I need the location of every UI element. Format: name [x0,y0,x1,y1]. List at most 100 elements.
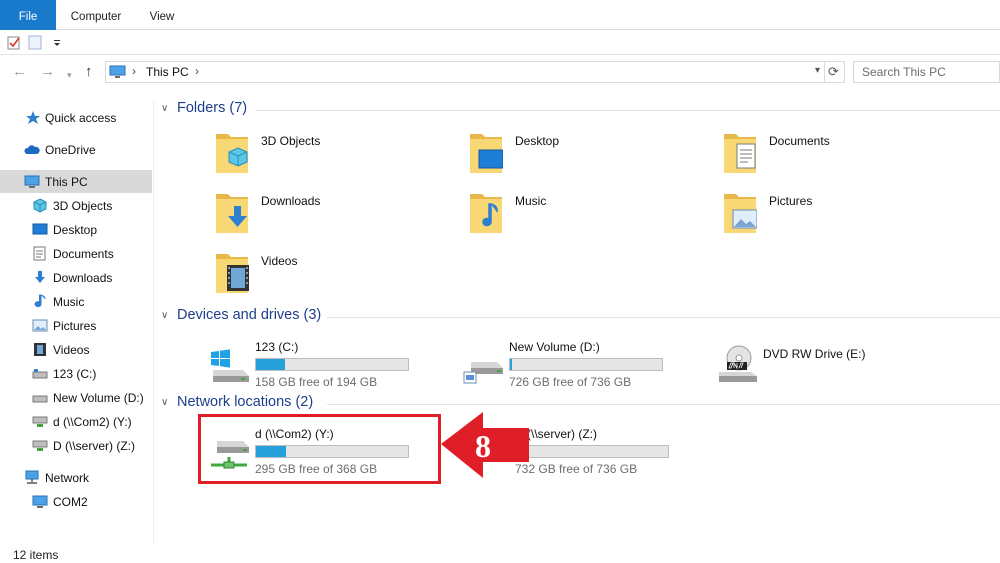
divider [327,404,1000,405]
folder-videos-icon [216,254,249,293]
annotation-highlight-box [198,414,441,484]
forward-arrow-icon[interactable]: → [40,63,55,81]
sidebar-item-label: COM2 [53,495,88,509]
up-arrow-icon[interactable]: ↑ [85,63,93,81]
sidebar-item-label: Videos [53,343,90,357]
pictures-icon [32,319,48,332]
folder-3d-objects-icon [216,134,248,173]
navigation-bar: ← → ▾ ↑ › This PC › ▾ ⟳ Search This PC [0,55,1000,89]
annotation-arrow-icon: 8 [441,412,529,478]
dvd-drive-icon [719,345,757,382]
music-icon [34,294,46,308]
divider [327,317,1000,318]
folder-3d-objects[interactable]: 3D Objects [215,130,455,186]
sidebar-item-label: Desktop [53,223,98,237]
drive-icon [463,362,503,384]
windows-drive-icon [211,349,249,382]
sidebar-item-drive-d[interactable]: New Volume (D:) [0,386,152,409]
drive-free-space: 158 GB free of 194 GB [255,375,378,389]
sidebar-item-music[interactable]: Music [0,290,152,313]
sidebar-item-3d-objects[interactable]: 3D Objects [0,194,152,217]
drive-usage-bar [515,445,669,458]
folder-desktop[interactable]: Desktop [469,130,709,186]
sidebar-item-documents[interactable]: Documents [0,242,152,265]
sidebar-item-quick-access[interactable]: Quick access [0,106,152,129]
network-drive-icon [32,440,48,451]
back-arrow-icon[interactable]: ← [12,63,27,81]
sidebar-item-com2[interactable]: COM2 [0,490,152,513]
sidebar-item-drive-c[interactable]: 123 (C:) [0,362,152,385]
desktop-icon [32,223,48,235]
drive-e-dvd[interactable]: DVD RW Drive (E:) [717,338,957,394]
drive-c[interactable]: 123 (C:) 158 GB free of 194 GB [209,338,449,394]
divider [255,110,1000,111]
sidebar-item-label: Downloads [53,271,113,285]
sidebar-item-label: Pictures [53,319,97,333]
cube-icon [33,198,47,213]
drive-label: New Volume (D:) [509,340,600,354]
network-drive-icon [32,416,48,427]
folder-label: Videos [261,254,298,268]
drive-usage-fill [510,359,513,370]
folder-downloads-icon [216,194,248,233]
network-icon [25,470,39,484]
folder-pictures-icon [724,194,757,233]
breadcrumb-this-pc[interactable]: This PC [146,65,189,79]
chevron-down-icon[interactable]: ∨ [161,397,168,408]
drive-d[interactable]: New Volume (D:) 726 GB free of 736 GB [463,338,703,394]
sidebar-item-desktop[interactable]: Desktop [0,218,152,241]
monitor-icon [109,65,126,78]
new-folder-icon[interactable] [28,35,42,50]
drive-free-space: 726 GB free of 736 GB [509,375,632,389]
breadcrumb-separator-icon[interactable]: › [195,64,199,78]
folder-music-icon [470,194,502,233]
chevron-down-icon[interactable]: ∨ [161,310,168,321]
folder-downloads[interactable]: Downloads [215,190,455,246]
sidebar-item-drive-y[interactable]: d (\\Com2) (Y:) [0,410,152,433]
drive-icon [32,395,48,403]
status-item-count: 12 items [13,548,59,562]
sidebar-item-label: This PC [45,175,88,189]
refresh-button[interactable]: ⟳ [823,61,845,83]
group-title: Network locations (2) [177,394,314,410]
sidebar-item-label: OneDrive [45,143,96,157]
sidebar-item-pictures[interactable]: Pictures [0,314,152,337]
sidebar-item-videos[interactable]: Videos [0,338,152,361]
sidebar-item-onedrive[interactable]: OneDrive [0,138,152,161]
folder-label: Downloads [261,194,321,208]
sidebar-item-drive-z[interactable]: D (\\server) (Z:) [0,434,152,457]
tab-computer[interactable]: Computer [56,0,136,30]
breadcrumb-separator-icon[interactable]: › [132,64,136,78]
tab-view[interactable]: View [136,0,188,30]
address-bar[interactable]: › This PC › ▾ [105,61,825,83]
drive-label: 123 (C:) [255,340,299,354]
search-input[interactable]: Search This PC [853,61,1000,83]
folder-videos[interactable]: Videos [215,250,455,306]
group-header-folders[interactable]: ∨ Folders (7) [155,100,1000,120]
sidebar-item-this-pc[interactable]: This PC [0,170,152,193]
sidebar-item-downloads[interactable]: Downloads [0,266,152,289]
chevron-down-icon[interactable]: ∨ [161,103,168,114]
navigation-pane: Quick access OneDrive This PC 3D Objects… [0,100,154,545]
cloud-icon [24,145,40,154]
folder-music[interactable]: Music [469,190,709,246]
folder-pictures[interactable]: Pictures [723,190,963,246]
drive-icon [32,369,48,379]
drive-label: DVD RW Drive (E:) [763,347,866,361]
group-header-network[interactable]: ∨ Network locations (2) [155,394,1000,414]
sidebar-item-network[interactable]: Network [0,466,152,489]
address-dropdown-icon[interactable]: ▾ [815,65,820,76]
group-header-devices[interactable]: ∨ Devices and drives (3) [155,307,1000,327]
recent-locations-chevron-icon[interactable]: ▾ [67,66,72,84]
tab-file[interactable]: File [0,0,56,30]
folder-label: 3D Objects [261,134,321,148]
folder-desktop-icon [470,134,503,173]
ribbon-tabs: File Computer View [0,0,1000,30]
annotation-step-number: 8 [475,428,491,464]
customize-toolbar-icon[interactable] [52,35,62,50]
videos-icon [34,343,46,356]
properties-icon[interactable] [7,35,21,50]
folder-documents[interactable]: Documents [723,130,963,186]
group-title: Devices and drives (3) [177,307,322,323]
folder-label: Music [515,194,547,208]
